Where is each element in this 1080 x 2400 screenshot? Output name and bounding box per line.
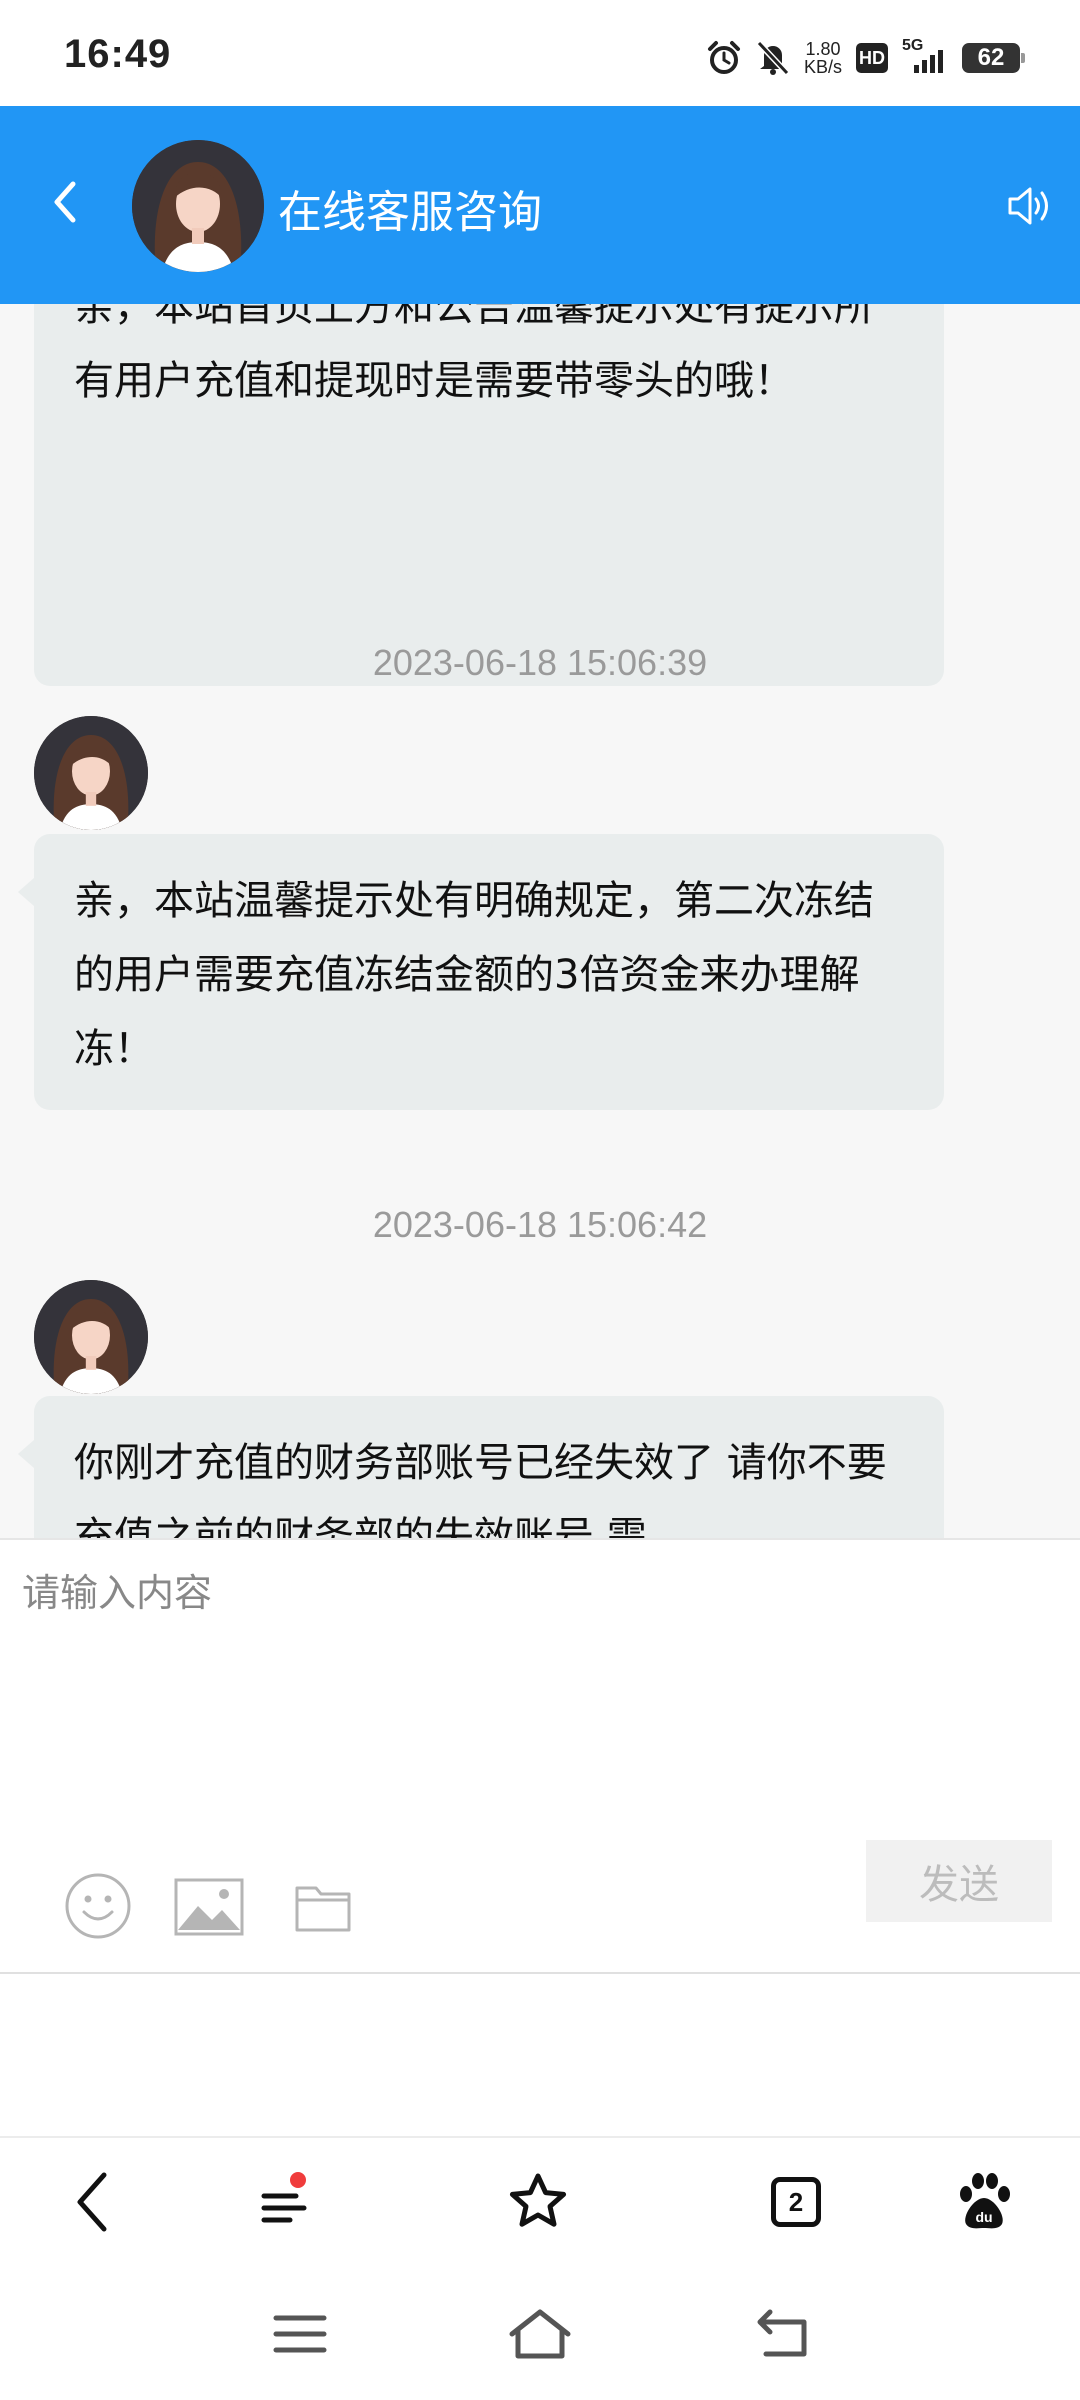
chevron-left-icon bbox=[77, 2172, 107, 2232]
star-icon bbox=[509, 2173, 567, 2227]
recent-apps-button[interactable] bbox=[260, 2294, 340, 2374]
message-bubble: 亲，本站温馨提示处有明确规定，第二次冻结的用户需要充值冻结金额的3倍资金来办理解… bbox=[18, 834, 944, 1110]
message-bubble: 亲，本站首页上方和公告温馨提示处有提示所有用户充值和提现时是需要带零头的哦！ bbox=[34, 304, 944, 686]
agent-avatar[interactable] bbox=[132, 140, 264, 272]
emoji-button[interactable] bbox=[64, 1872, 132, 1940]
status-time: 16:49 bbox=[64, 32, 172, 76]
alarm-icon bbox=[707, 41, 740, 74]
back-button[interactable] bbox=[34, 172, 94, 232]
system-navigation-bar bbox=[0, 2274, 1080, 2400]
home-button[interactable] bbox=[500, 2294, 580, 2374]
browser-back-button[interactable] bbox=[52, 2162, 132, 2242]
message-composer: 发送 bbox=[0, 1538, 1080, 1974]
hd-badge: HD bbox=[856, 43, 888, 73]
svg-text:du: du bbox=[975, 2209, 992, 2225]
agent-avatar[interactable] bbox=[34, 1280, 148, 1394]
network-speed-value: 1.80 bbox=[805, 39, 841, 59]
return-icon bbox=[757, 2309, 807, 2357]
folder-icon bbox=[295, 1886, 351, 1932]
baidu-paw-icon: du bbox=[960, 2173, 1010, 2229]
tab-count: 2 bbox=[771, 2177, 821, 2227]
signal-icon: 5G bbox=[902, 37, 948, 75]
sound-toggle-button[interactable] bbox=[1002, 178, 1058, 234]
message-timestamp: 2023-06-18 15:06:42 bbox=[372, 1204, 708, 1245]
home-icon bbox=[509, 2309, 571, 2359]
message-input[interactable] bbox=[20, 1560, 1064, 1844]
battery-indicator: 62 bbox=[962, 43, 1025, 73]
return-button[interactable] bbox=[742, 2294, 822, 2374]
menu-icon bbox=[261, 2172, 307, 2223]
bookmark-button[interactable] bbox=[498, 2162, 578, 2242]
network-speed-unit: KB/s bbox=[803, 57, 842, 77]
agent-avatar[interactable] bbox=[34, 716, 148, 830]
smiley-icon bbox=[65, 1873, 131, 1939]
browser-menu-button[interactable] bbox=[244, 2162, 324, 2242]
baidu-button[interactable]: du bbox=[944, 2162, 1024, 2242]
status-bar: 16:49 1.80 KB/s HD 5G 62 bbox=[0, 0, 1080, 106]
speaker-icon bbox=[1008, 187, 1048, 225]
blank-area bbox=[0, 1974, 1080, 2136]
page-title: 在线客服咨询 bbox=[278, 188, 542, 237]
browser-toolbar: 2 du bbox=[0, 2136, 1080, 2276]
image-icon bbox=[174, 1878, 244, 1936]
recent-apps-icon bbox=[273, 2315, 327, 2353]
network-speed: 1.80 KB/s bbox=[804, 40, 842, 76]
file-upload-button[interactable] bbox=[294, 1880, 352, 1934]
mute-icon bbox=[756, 40, 790, 76]
status-icons: 1.80 KB/s HD 5G 62 bbox=[706, 34, 1025, 82]
message-timestamp: 2023-06-18 15:06:39 bbox=[372, 642, 708, 683]
chat-messages[interactable]: 亲，本站首页上方和公告温馨提示处有提示所有用户充值和提现时是需要带零头的哦！ 2… bbox=[0, 304, 1080, 1538]
image-upload-button[interactable] bbox=[174, 1878, 244, 1936]
chevron-left-icon bbox=[54, 181, 76, 223]
tabs-button[interactable]: 2 bbox=[756, 2162, 836, 2242]
chat-header: 在线客服咨询 bbox=[0, 106, 1080, 304]
message-bubble: 你刚才充值的财务部账号已经失效了 请你不要充值之前的财务部的失效账号 需 bbox=[18, 1396, 944, 1538]
send-button[interactable]: 发送 bbox=[866, 1840, 1052, 1922]
